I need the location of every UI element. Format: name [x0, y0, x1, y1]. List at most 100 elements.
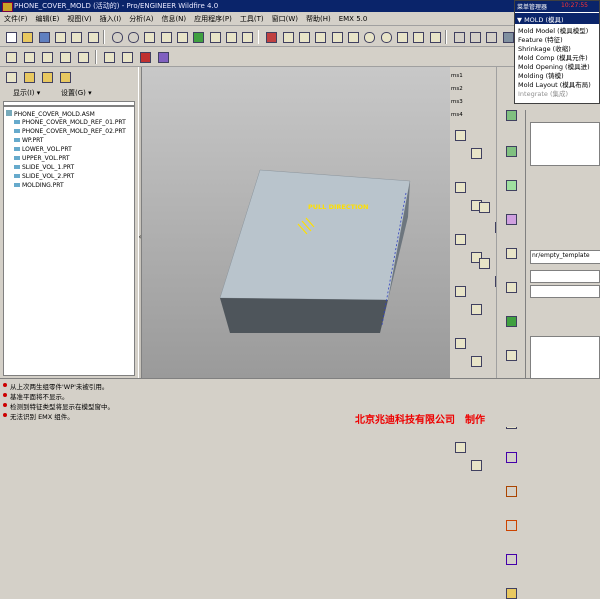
mold-menu-title[interactable]: ▼ MOLD (模具) [515, 13, 599, 24]
show-dropdown[interactable]: 显示(I) ▾ [13, 88, 40, 98]
email-icon[interactable] [68, 29, 83, 45]
menu-help[interactable]: 帮助(H) [302, 12, 335, 26]
saved-views-icon[interactable] [427, 29, 441, 45]
select-box-icon[interactable] [223, 29, 237, 45]
model-tree-tab-icon[interactable] [3, 69, 19, 85]
regenerate-icon[interactable] [190, 29, 205, 45]
datum-point-icon[interactable] [312, 29, 327, 45]
sprue-icon[interactable] [452, 335, 466, 349]
gate-icon[interactable] [468, 301, 483, 315]
context-help-icon[interactable] [155, 49, 171, 65]
round-icon[interactable] [503, 177, 517, 191]
menu-item-shrinkage[interactable]: Shrinkage (收缩) [518, 45, 571, 54]
menu-view[interactable]: 视图(V) [63, 12, 95, 26]
layer-icon[interactable] [239, 29, 254, 45]
molding-icon[interactable] [468, 457, 483, 471]
menu-emx[interactable]: EMX 5.0 [335, 12, 372, 26]
menu-file[interactable]: 文件(F) [0, 12, 32, 26]
menu-info[interactable]: 信息(N) [157, 12, 190, 26]
split-icon[interactable] [452, 179, 466, 193]
tree-row[interactable]: SLIDE_VOL_1.PRT [14, 164, 74, 172]
zoom-out-icon[interactable] [378, 29, 392, 45]
menu-window[interactable]: 窗口(W) [268, 12, 302, 26]
tree-row[interactable]: LOWER_VOL.PRT [14, 146, 72, 154]
fillet-tool-icon[interactable] [503, 585, 517, 599]
tree-row[interactable]: MOLDING.PRT [14, 182, 64, 190]
blend-icon[interactable] [503, 245, 517, 259]
waterline-icon[interactable] [452, 283, 466, 297]
favorites-tab-icon[interactable] [39, 69, 55, 85]
revolve-icon[interactable] [503, 211, 517, 225]
paste-special-icon[interactable] [174, 29, 188, 45]
mold-tool-4-icon[interactable] [57, 49, 73, 65]
menu-tools[interactable]: 工具(T) [236, 12, 268, 26]
mold-tool-7-icon[interactable] [119, 49, 135, 65]
hidden-line-icon[interactable] [467, 29, 482, 45]
arc-tool-icon[interactable] [503, 517, 517, 531]
menu-applications[interactable]: 应用程序(P) [190, 12, 236, 26]
mold-component-icon[interactable] [452, 127, 466, 141]
reorient-icon[interactable] [410, 29, 425, 45]
datum-tool-icon[interactable] [476, 199, 490, 213]
sweep-icon[interactable] [503, 279, 517, 293]
spin-center-icon[interactable] [263, 29, 278, 45]
menu-edit[interactable]: 编辑(E) [32, 12, 64, 26]
surface-icon[interactable] [503, 143, 517, 157]
save-icon[interactable] [36, 29, 50, 45]
tree-row[interactable]: SLIDE_VOL_2.PRT [14, 173, 74, 181]
merge-icon[interactable] [503, 313, 517, 327]
connections-tab-icon[interactable] [57, 69, 73, 85]
cut-icon[interactable] [141, 29, 156, 45]
settings-dropdown[interactable]: 设置(G) ▾ [61, 88, 92, 98]
menu-item-mold-layout[interactable]: Mold Layout (模具布局) [518, 81, 591, 90]
mold-tool-6-icon[interactable] [101, 49, 117, 65]
menu-item-mold-opening[interactable]: Mold Opening (模具进) [518, 63, 590, 72]
ejector-icon[interactable] [468, 353, 483, 367]
wireframe-icon[interactable] [451, 29, 465, 45]
option-select-2[interactable] [530, 285, 600, 298]
lifter-icon[interactable] [452, 439, 466, 453]
tree-row[interactable]: WP.PRT [14, 137, 44, 145]
no-hidden-icon[interactable] [483, 29, 498, 45]
new-icon[interactable] [3, 29, 17, 45]
find-icon[interactable] [207, 29, 221, 45]
print-icon[interactable] [52, 29, 66, 45]
mold-tool-2-icon[interactable] [21, 49, 37, 65]
trim-icon[interactable] [503, 347, 517, 361]
rectangle-tool-icon[interactable] [503, 483, 517, 497]
extrude-icon[interactable] [476, 255, 490, 269]
menu-item-mold-model[interactable]: Mold Model (模具模型) [518, 27, 588, 36]
tree-row[interactable]: UPPER_VOL.PRT [14, 155, 70, 163]
menu-item-molding[interactable]: Molding (铸模) [518, 72, 564, 81]
menu-item-feature[interactable]: Feature (特征) [518, 36, 563, 45]
mold-tool-5-icon[interactable] [75, 49, 91, 65]
tree-row[interactable]: PHONE_COVER_MOLD_REF_01.PRT [14, 119, 126, 127]
mold-tool-8-icon[interactable] [137, 49, 153, 65]
copy-icon[interactable] [85, 29, 99, 45]
menu-insert[interactable]: 插入(I) [96, 12, 126, 26]
line-tool-icon[interactable] [503, 449, 517, 463]
csys-icon[interactable] [329, 29, 343, 45]
repaint-icon[interactable] [345, 29, 359, 45]
undo-icon[interactable] [109, 29, 123, 45]
mold-tool-3-icon[interactable] [39, 49, 55, 65]
menu-item-mold-comp[interactable]: Mold Comp (模具元件) [518, 54, 588, 63]
open-icon[interactable] [19, 29, 34, 45]
option-select-1[interactable] [530, 270, 600, 283]
template-field[interactable]: nr/empty_template [530, 250, 600, 264]
datum-plane-icon[interactable] [280, 29, 294, 45]
curve-icon[interactable] [503, 107, 517, 121]
graphics-window[interactable]: PULL DIRECTION [142, 67, 450, 378]
list-box[interactable] [530, 336, 600, 380]
refit-icon[interactable] [394, 29, 408, 45]
zoom-in-icon[interactable] [361, 29, 376, 45]
redo-icon[interactable] [125, 29, 140, 45]
paste-icon[interactable] [158, 29, 172, 45]
folder-browser-tab-icon[interactable] [21, 69, 37, 85]
datum-axis-icon[interactable] [296, 29, 311, 45]
shading-icon[interactable] [500, 29, 514, 45]
volume-icon[interactable] [468, 145, 483, 159]
spline-tool-icon[interactable] [503, 551, 517, 565]
parting-surface-icon[interactable] [452, 231, 466, 245]
tree-row[interactable]: PHONE_COVER_MOLD.ASM [4, 110, 95, 119]
